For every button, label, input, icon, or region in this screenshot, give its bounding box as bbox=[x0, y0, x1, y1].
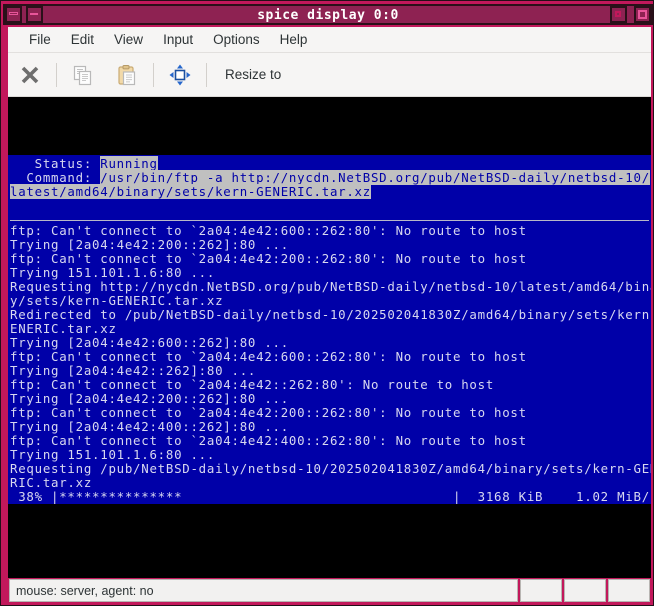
terminal-blank-line-1 bbox=[8, 199, 651, 213]
titlebar-inner: spice display 0:0 bbox=[3, 4, 653, 25]
disconnect-button[interactable] bbox=[8, 54, 52, 96]
spice-display-canvas[interactable]: Status: Running Command: /usr/bin/ftp -a… bbox=[8, 97, 651, 578]
statusbar-panel-3 bbox=[564, 579, 606, 602]
command-value-2: latest/amd64/binary/sets/kern-GENERIC.ta… bbox=[10, 184, 371, 199]
titlebar-iconify-button[interactable] bbox=[26, 6, 43, 23]
terminal-log-line: ftp: Can't connect to `2a04:4e42:600::26… bbox=[10, 223, 527, 238]
guest-terminal: Status: Running Command: /usr/bin/ftp -a… bbox=[8, 155, 651, 504]
terminal-separator-rule bbox=[10, 220, 649, 221]
terminal-log-line: ftp: Can't connect to `2a04:4e42::262:80… bbox=[10, 377, 495, 392]
client-area: File Edit View Input Options Help Resize… bbox=[5, 27, 651, 603]
terminal-log-line: Trying 151.101.1.6:80 ... bbox=[10, 265, 216, 280]
resize-to-label[interactable]: Resize to bbox=[211, 67, 295, 82]
command-value-1: /usr/bin/ftp -a http://nycdn.NetBSD.org/… bbox=[100, 170, 650, 185]
terminal-log-line: Trying [2a04:4e42:200::262]:80 ... bbox=[10, 391, 289, 406]
minimize-icon bbox=[30, 13, 38, 15]
maximize-icon bbox=[638, 10, 647, 19]
toolbar-separator-1 bbox=[56, 62, 57, 87]
titlebar-maximize-button[interactable] bbox=[634, 6, 651, 23]
toolbar: Resize to bbox=[8, 53, 651, 97]
copy-button[interactable] bbox=[61, 54, 105, 96]
statusbar: mouse: server, agent: no bbox=[8, 578, 651, 603]
copy-icon bbox=[73, 65, 92, 85]
toolbar-separator-2 bbox=[153, 62, 154, 87]
terminal-log-line: ftp: Can't connect to `2a04:4e42:200::26… bbox=[10, 251, 527, 266]
status-value: Running bbox=[100, 156, 158, 171]
terminal-command-line-2: latest/amd64/binary/sets/kern-GENERIC.ta… bbox=[8, 184, 651, 199]
command-label: Command: bbox=[10, 170, 101, 185]
toolbar-separator-3 bbox=[206, 62, 207, 87]
terminal-log-line: ftp: Can't connect to `2a04:4e42:600::26… bbox=[10, 349, 527, 364]
terminal-log-line: RIC.tar.xz bbox=[10, 475, 93, 490]
terminal-log-line: Requesting http://nycdn.NetBSD.org/pub/N… bbox=[10, 279, 651, 294]
titlebar-restore-button[interactable] bbox=[610, 6, 627, 23]
close-x-icon bbox=[21, 66, 39, 83]
statusbar-panel-4 bbox=[608, 579, 650, 602]
terminal-status-line: Status: Running bbox=[8, 156, 651, 171]
resize-button[interactable] bbox=[158, 54, 202, 96]
terminal-log-line: Trying [2a04:4e42:600::262]:80 ... bbox=[10, 335, 289, 350]
window-title: spice display 0:0 bbox=[257, 8, 399, 23]
progress-text: 38% |*************** | 3168 KiB 1.02 MiB… bbox=[18, 489, 651, 504]
paste-icon bbox=[118, 64, 136, 85]
menu-edit[interactable]: Edit bbox=[61, 30, 104, 49]
terminal-log-line: ENERIC.tar.xz bbox=[10, 321, 117, 336]
menubar: File Edit View Input Options Help bbox=[8, 27, 651, 53]
terminal-command-line-1: Command: /usr/bin/ftp -a http://nycdn.Ne… bbox=[8, 170, 651, 185]
terminal-log-line: Trying 151.101.1.6:80 ... bbox=[10, 447, 216, 462]
titlebar-shade-button[interactable] bbox=[5, 6, 22, 23]
statusbar-panel-2 bbox=[520, 579, 562, 602]
terminal-log-line: Requesting /pub/NetBSD-daily/netbsd-10/2… bbox=[10, 461, 651, 476]
titlebar[interactable]: spice display 0:0 bbox=[1, 1, 653, 27]
terminal-log-line: Trying [2a04:4e42:400::262]:80 ... bbox=[10, 419, 289, 434]
restore-icon bbox=[615, 11, 621, 17]
terminal-log-line: Redirected to /pub/NetBSD-daily/netbsd-1… bbox=[10, 307, 651, 322]
terminal-log-line: Trying [2a04:4e42:200::262]:80 ... bbox=[10, 237, 289, 252]
menu-file[interactable]: File bbox=[19, 30, 61, 49]
terminal-progress-line: 38% |*************** | 3168 KiB 1.02 MiB… bbox=[8, 490, 651, 504]
resize-arrows-icon bbox=[169, 64, 191, 85]
menu-help[interactable]: Help bbox=[270, 30, 318, 49]
menu-input[interactable]: Input bbox=[153, 30, 203, 49]
menu-view[interactable]: View bbox=[104, 30, 153, 49]
menu-options[interactable]: Options bbox=[203, 30, 270, 49]
shade-icon bbox=[9, 12, 18, 15]
paste-button[interactable] bbox=[105, 54, 149, 96]
terminal-log-line: y/sets/kern-GENERIC.tar.xz bbox=[10, 293, 224, 308]
status-label: Status: bbox=[10, 156, 101, 171]
terminal-log-line: ftp: Can't connect to `2a04:4e42:200::26… bbox=[10, 405, 527, 420]
spice-client-window: spice display 0:0 File Edit View Input O… bbox=[0, 0, 654, 606]
statusbar-message: mouse: server, agent: no bbox=[9, 579, 518, 602]
terminal-log-line: ftp: Can't connect to `2a04:4e42:400::26… bbox=[10, 433, 527, 448]
terminal-log-line: Trying [2a04:4e42::262]:80 ... bbox=[10, 363, 257, 378]
